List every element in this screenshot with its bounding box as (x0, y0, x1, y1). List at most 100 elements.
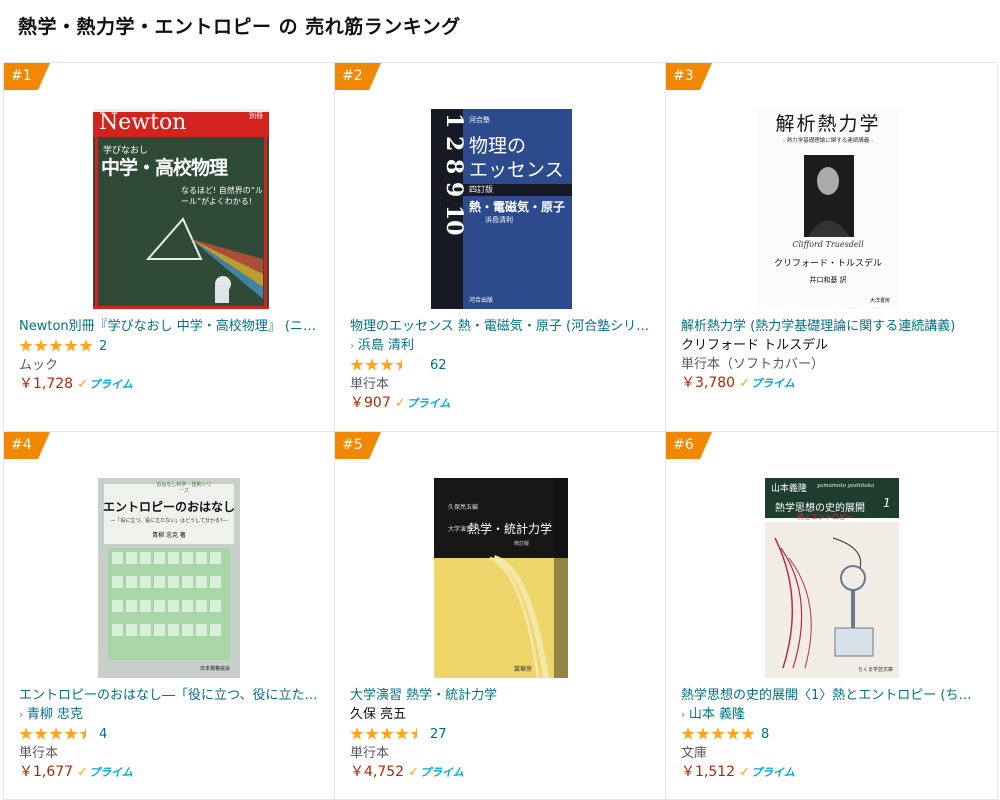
star-icon (696, 727, 710, 741)
product-info: 熱学思想の史的展開〈1〉熱とエントロピー (ち… 山本 義隆 8 文庫 ￥1,5… (681, 686, 985, 782)
product-card-6: #6 山本義隆 yamamoto yoshitaka 熱学思想の史的展開 1 熱… (666, 432, 998, 800)
rating-count-link[interactable]: 2 (99, 337, 107, 356)
book-cover-image[interactable]: 山本義隆 yamamoto yoshitaka 熱学思想の史的展開 1 熱とエン… (765, 478, 899, 678)
star-rating-icon[interactable] (19, 727, 94, 741)
product-card-5: #5 久保亮五編 大学演習 熱学・統計力学 修訂版 裳華房 大学演習 熱学・統計… (335, 432, 666, 800)
cover-brand: Newton (99, 110, 187, 135)
price: ￥1,728 (19, 376, 74, 392)
price: ￥907 (350, 395, 391, 411)
price-line: ￥3,780 ✓ プライム (681, 374, 985, 393)
star-icon (380, 727, 394, 741)
star-rating-icon[interactable] (19, 339, 94, 353)
price-line: ￥4,752 ✓ プライム (350, 763, 653, 782)
prime-label: プライム (420, 766, 464, 779)
author-name: 久保 亮五 (350, 707, 407, 722)
product-card-4: #4 おはなし科学・技術シリーズ エントロピーのおはなし —「役に立つ、役に立た… (4, 432, 335, 800)
star-icon (380, 358, 394, 372)
star-icon (64, 727, 78, 741)
rating: 62 (350, 355, 653, 375)
product-info: 解析熱力学 (熱力学基礎理論に関する連続講義) クリフォード トルスデル 単行本… (681, 317, 985, 393)
price-line: ￥1,512 ✓ プライム (681, 763, 985, 782)
cover-publisher: 大洋書房 (869, 298, 890, 304)
star-rating-icon[interactable] (681, 727, 756, 741)
prime-label: プライム (751, 766, 795, 779)
rank-badge: #6 (666, 432, 712, 459)
rank-badge: #2 (335, 63, 381, 90)
star-icon (19, 339, 33, 353)
author-name: クリフォード トルスデル (681, 338, 829, 353)
price: ￥3,780 (681, 375, 736, 391)
prime-check-icon: ✓ (77, 377, 88, 392)
price: ￥4,752 (350, 764, 405, 780)
star-icon (681, 727, 695, 741)
book-cover-image[interactable]: 解析熱力学 - 熱力学基礎理論に関する連続講義 - Clifford Trues… (758, 109, 898, 309)
price-line: ￥907 ✓ プライム (350, 394, 653, 413)
product-card-2: #2 1 2 8 9 10 河合塾 物理の エッセンス 四訂版 熱・電磁気・原子… (335, 63, 666, 432)
book-cover-image[interactable]: おはなし科学・技術シリーズ エントロピーのおはなし —「役に立つ、役に立たない」… (98, 478, 240, 678)
page-title: 熱学・熱力学・エントロピー の 売れ筋ランキング (18, 16, 461, 38)
star-icon (19, 727, 33, 741)
cover-tag: 別冊 (249, 112, 263, 120)
star-icon (395, 727, 409, 741)
price-line: ￥1,728 ✓ プライム (19, 375, 322, 394)
author-link[interactable]: 青柳 忠克 (19, 705, 322, 724)
product-title-link[interactable]: 大学演習 熱学・統計力学 (350, 686, 653, 705)
author-link[interactable]: 浜島 清利 (350, 336, 653, 355)
rating: 8 (681, 724, 985, 744)
star-icon (711, 727, 725, 741)
rating-count-link[interactable]: 27 (430, 725, 447, 744)
prime-badge: ✓ プライム (739, 374, 795, 393)
rating-count-link[interactable]: 8 (761, 725, 769, 744)
cover-headline-2: 中学・高校物理 (101, 157, 228, 179)
product-card-3: #3 解析熱力学 - 熱力学基礎理論に関する連続講義 - Clifford Tr… (666, 63, 998, 432)
author-link[interactable]: 山本 義隆 (681, 705, 985, 724)
cover-translator: 井口和基 訳 (809, 276, 847, 284)
star-icon (365, 358, 379, 372)
star-half-icon (79, 727, 93, 741)
product-info: エントロピーのおはなし―「役に立つ、役に立た… 青柳 忠克 4 単行本 ￥1,6… (19, 686, 322, 782)
cover-title: 解析熱力学 (775, 113, 881, 135)
star-icon (741, 727, 755, 741)
format-label: 文庫 (681, 746, 708, 761)
price-line: ￥1,677 ✓ プライム (19, 763, 322, 782)
format-label: 単行本 (350, 746, 390, 761)
rating-count-link[interactable]: 4 (99, 725, 107, 744)
star-icon (34, 727, 48, 741)
prime-check-icon: ✓ (77, 765, 88, 780)
prime-label: プライム (89, 378, 133, 391)
product-title-link[interactable]: Newton別冊『学びなおし 中学・高校物理』 (ニュ… (19, 317, 322, 336)
book-cover-image[interactable]: 1 2 8 9 10 河合塾 物理の エッセンス 四訂版 熱・電磁気・原子 浜島… (431, 109, 572, 309)
prime-check-icon: ✓ (739, 765, 750, 780)
rank-badge: #4 (4, 432, 50, 459)
prime-badge: ✓ プライム (77, 375, 133, 394)
prime-check-icon: ✓ (408, 765, 419, 780)
cover-publisher: 日本規格協会 (199, 666, 230, 672)
prime-badge: ✓ プライム (408, 763, 464, 782)
product-title-link[interactable]: 物理のエッセンス 熱・電磁気・原子 (河合塾シリ… (350, 317, 653, 336)
product-info: Newton別冊『学びなおし 中学・高校物理』 (ニュ… 2 ムック ￥1,72… (19, 317, 322, 394)
product-title-link[interactable]: 熱学思想の史的展開〈1〉熱とエントロピー (ち… (681, 686, 985, 705)
cover-editor: 久保亮五編 (448, 504, 479, 511)
prime-badge: ✓ プライム (77, 763, 133, 782)
cover-subtitle: - 熱力学基礎理論に関する連続講義 - (783, 138, 873, 144)
rating-count-link[interactable]: 62 (430, 356, 447, 375)
cover-author: 山本義隆 (771, 484, 808, 494)
format-label: 単行本 (350, 377, 390, 392)
star-icon (726, 727, 740, 741)
book-cover-image[interactable]: 久保亮五編 大学演習 熱学・統計力学 修訂版 裳華房 (434, 478, 568, 678)
price: ￥1,512 (681, 764, 736, 780)
cover-series: 河合塾 (469, 116, 490, 124)
book-cover-image[interactable]: Newton 別冊 学びなおし 中学・高校物理 なるほど! 自然界の“ルール”が… (93, 109, 269, 309)
star-rating-icon[interactable] (350, 727, 425, 741)
star-half-icon (410, 727, 424, 741)
product-title-link[interactable]: 解析熱力学 (熱力学基礎理論に関する連続講義) (681, 317, 985, 336)
cover-author: クリフォード・トルスデル (773, 259, 882, 269)
cover-heading-2: エッセンス (469, 159, 564, 181)
cover-publisher: ちくま学芸文庫 (857, 667, 893, 673)
product-title-link[interactable]: エントロピーのおはなし―「役に立つ、役に立た… (19, 686, 322, 705)
prime-badge: ✓ プライム (395, 394, 451, 413)
rating: 4 (19, 724, 322, 744)
ranking-grid: #1 Newton 別冊 学びなおし 中学・高校物理 なるほど! 自然界の“ルー… (3, 62, 998, 800)
star-rating-icon[interactable] (350, 358, 425, 372)
cover-subtitle: 熱とエントロピー (797, 513, 853, 521)
